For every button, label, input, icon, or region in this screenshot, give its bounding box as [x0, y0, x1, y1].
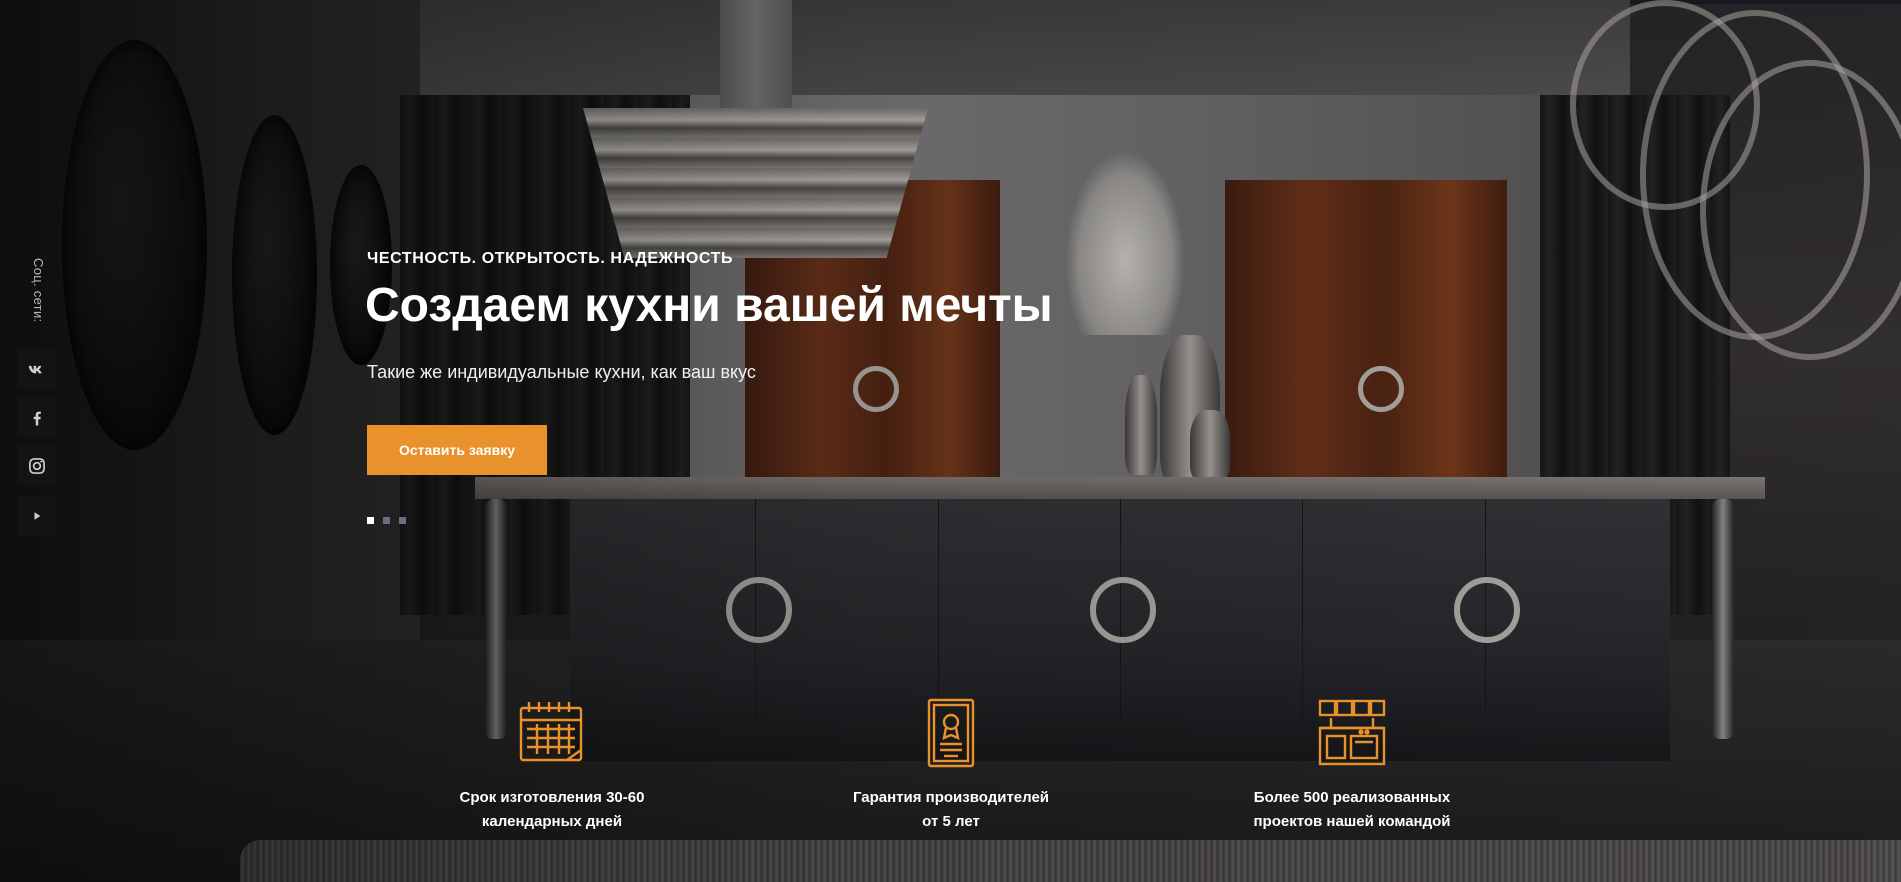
- slider-dot-1[interactable]: [367, 517, 374, 524]
- hero-section: Соц. сети: ЧЕСТНОСТЬ. ОТКРЫТОСТЬ. НАДЕЖН…: [0, 0, 1901, 882]
- social-instagram-button[interactable]: [17, 446, 57, 486]
- social-youtube-button[interactable]: [17, 496, 57, 536]
- hero-eyebrow: ЧЕСТНОСТЬ. ОТКРЫТОСТЬ. НАДЕЖНОСТЬ: [367, 250, 734, 267]
- certificate-icon: [927, 698, 975, 768]
- request-button[interactable]: Оставить заявку: [367, 425, 547, 475]
- hero-subtitle: Такие же индивидуальные кухни, как ваш в…: [367, 362, 756, 382]
- play-icon: [34, 512, 41, 520]
- feature-production-time-line1: Срок изготовления 30-60: [459, 789, 645, 806]
- feature-warranty: Гарантия производителей от 5 лет: [831, 698, 1071, 834]
- feature-warranty-line2: от 5 лет: [922, 813, 980, 830]
- kitchen-icon: [1318, 699, 1386, 766]
- facebook-icon: [33, 411, 41, 426]
- feature-projects-line2: проектов нашей командой: [1253, 813, 1451, 830]
- slider-dot-2[interactable]: [383, 517, 390, 524]
- social-vk-button[interactable]: [17, 350, 57, 390]
- feature-production-time-line2: календарных дней: [481, 813, 623, 830]
- social-facebook-button[interactable]: [17, 398, 57, 438]
- feature-warranty-line1: Гарантия производителей: [852, 789, 1050, 806]
- vk-icon: [28, 365, 42, 374]
- feature-production-time: Срок изготовления 30-60 календарных дней: [432, 698, 672, 834]
- slider-dot-3[interactable]: [399, 517, 406, 524]
- calendar-icon: [519, 702, 583, 762]
- hero-title: Создаем кухни вашей мечты: [365, 279, 1053, 332]
- instagram-icon: [29, 458, 45, 474]
- feature-projects: Более 500 реализованных проектов нашей к…: [1232, 698, 1472, 834]
- social-label: Соц. сети:: [31, 258, 46, 323]
- feature-projects-line1: Более 500 реализованных: [1253, 789, 1451, 806]
